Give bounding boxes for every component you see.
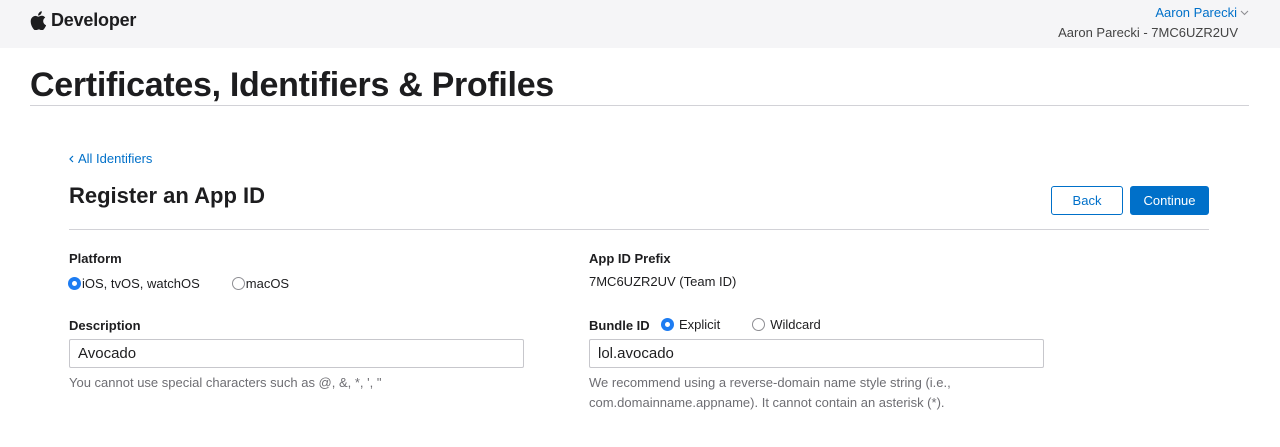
chevron-left-icon — [69, 155, 74, 162]
back-button[interactable]: Back — [1051, 186, 1123, 215]
description-input[interactable] — [69, 339, 524, 368]
section-divider — [69, 229, 1209, 230]
apple-logo-icon — [30, 11, 46, 30]
bundle-id-help-line-1: We recommend using a reverse-domain name… — [589, 375, 951, 390]
section-title: Register an App ID — [69, 183, 265, 208]
radio-label-macos: macOS — [245, 276, 290, 291]
continue-button[interactable]: Continue — [1130, 186, 1209, 215]
user-menu[interactable]: Aaron Parecki — [1155, 5, 1249, 20]
radio-label-explicit: Explicit — [679, 317, 721, 332]
radio-unchecked-icon — [752, 318, 766, 331]
radio-label-wildcard: Wildcard — [770, 317, 821, 332]
brand-name: Developer — [51, 10, 137, 30]
page-title: Certificates, Identifiers & Profiles — [30, 66, 554, 104]
radio-checked-icon — [661, 318, 674, 331]
platform-radio-macos[interactable]: macOS — [231, 276, 290, 291]
radio-unchecked-icon — [231, 277, 245, 290]
back-link-label: All Identifiers — [78, 151, 153, 166]
chevron-down-icon — [1240, 10, 1249, 15]
bundle-id-help-line-2: com.domainname.appname). It cannot conta… — [589, 395, 945, 410]
description-help-text: You cannot use special characters such a… — [69, 375, 382, 390]
app-id-prefix-value: 7MC6UZR2UV (Team ID) — [589, 274, 737, 289]
platform-radio-ios[interactable]: iOS, tvOS, watchOS — [68, 276, 200, 291]
radio-checked-icon — [68, 277, 81, 290]
platform-radio-group: iOS, tvOS, watchOS macOS — [68, 276, 289, 291]
all-identifiers-link[interactable]: All Identifiers — [69, 151, 152, 166]
bundle-id-input[interactable] — [589, 339, 1044, 368]
developer-home-link[interactable]: Developer — [30, 10, 136, 31]
bundle-id-radio-explicit[interactable]: Explicit — [661, 317, 720, 332]
user-name: Aaron Parecki — [1155, 5, 1237, 20]
bundle-id-help-text: We recommend using a reverse-domain name… — [589, 373, 951, 413]
global-header: Developer Aaron Parecki Aaron Parecki - … — [0, 0, 1280, 48]
team-name-id: Aaron Parecki - 7MC6UZR2UV — [1058, 25, 1238, 40]
app-id-prefix-label: App ID Prefix — [589, 251, 671, 266]
title-divider — [30, 105, 1249, 106]
radio-label-ios: iOS, tvOS, watchOS — [82, 276, 200, 291]
platform-label: Platform — [69, 251, 122, 266]
description-label: Description — [69, 318, 141, 333]
bundle-id-radio-wildcard[interactable]: Wildcard — [752, 317, 821, 332]
bundle-id-label: Bundle ID — [589, 318, 650, 333]
bundle-id-radio-group: Explicit Wildcard — [661, 317, 821, 332]
